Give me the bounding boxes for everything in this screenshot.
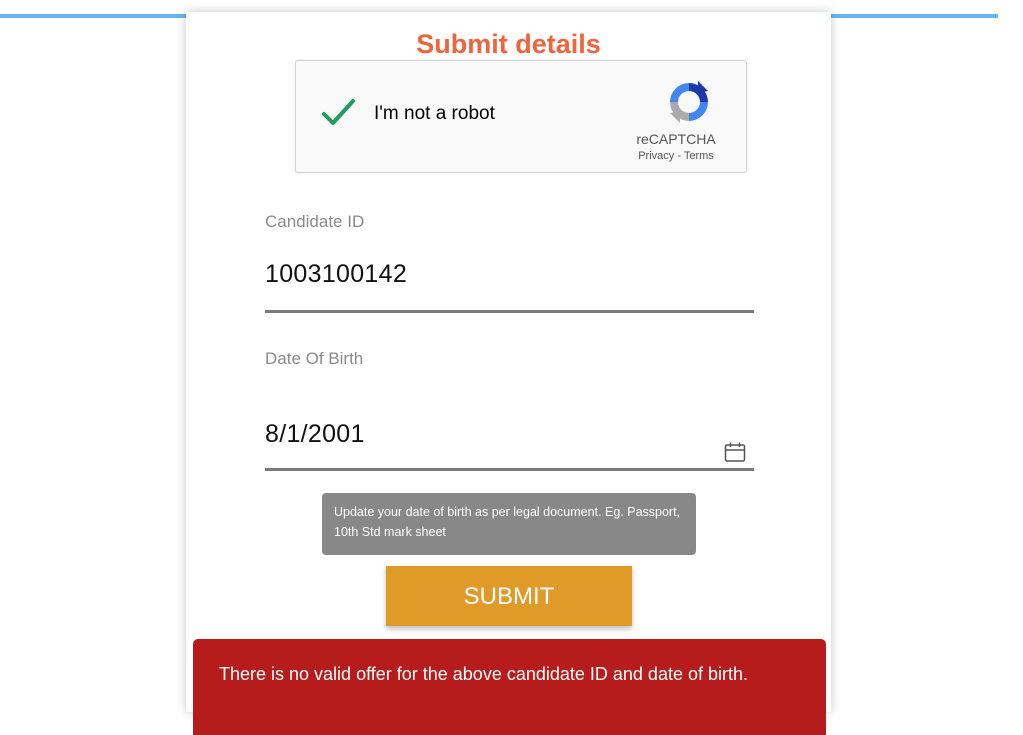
- recaptcha-label: I'm not a robot: [374, 103, 495, 124]
- candidate-id-label: Candidate ID: [265, 212, 365, 231]
- calendar-icon[interactable]: [723, 440, 747, 464]
- checkmark-icon[interactable]: [320, 95, 356, 131]
- dob-hint-tooltip: Update your date of birth as per legal d…: [322, 493, 696, 555]
- recaptcha-privacy-terms-links[interactable]: Privacy - Terms: [616, 150, 736, 162]
- recaptcha-brand: reCAPTCHA: [636, 131, 716, 147]
- candidate-id-input[interactable]: 1003100142: [265, 260, 407, 289]
- dob-underline: [265, 468, 754, 471]
- dob-label: Date Of Birth: [265, 349, 364, 368]
- submit-details-card: Submit details I'm not a robot reCAPTCHA…: [186, 12, 831, 712]
- candidate-id-underline: [265, 310, 754, 313]
- recaptcha-widget[interactable]: I'm not a robot reCAPTCHA Privacy - Term…: [295, 60, 747, 173]
- page-title: Submit details: [416, 29, 601, 59]
- error-toast: There is no valid offer for the above ca…: [193, 639, 826, 735]
- recaptcha-logo-icon: [670, 81, 708, 123]
- dob-input[interactable]: 8/1/2001: [265, 420, 365, 449]
- submit-button[interactable]: SUBMIT: [386, 566, 632, 626]
